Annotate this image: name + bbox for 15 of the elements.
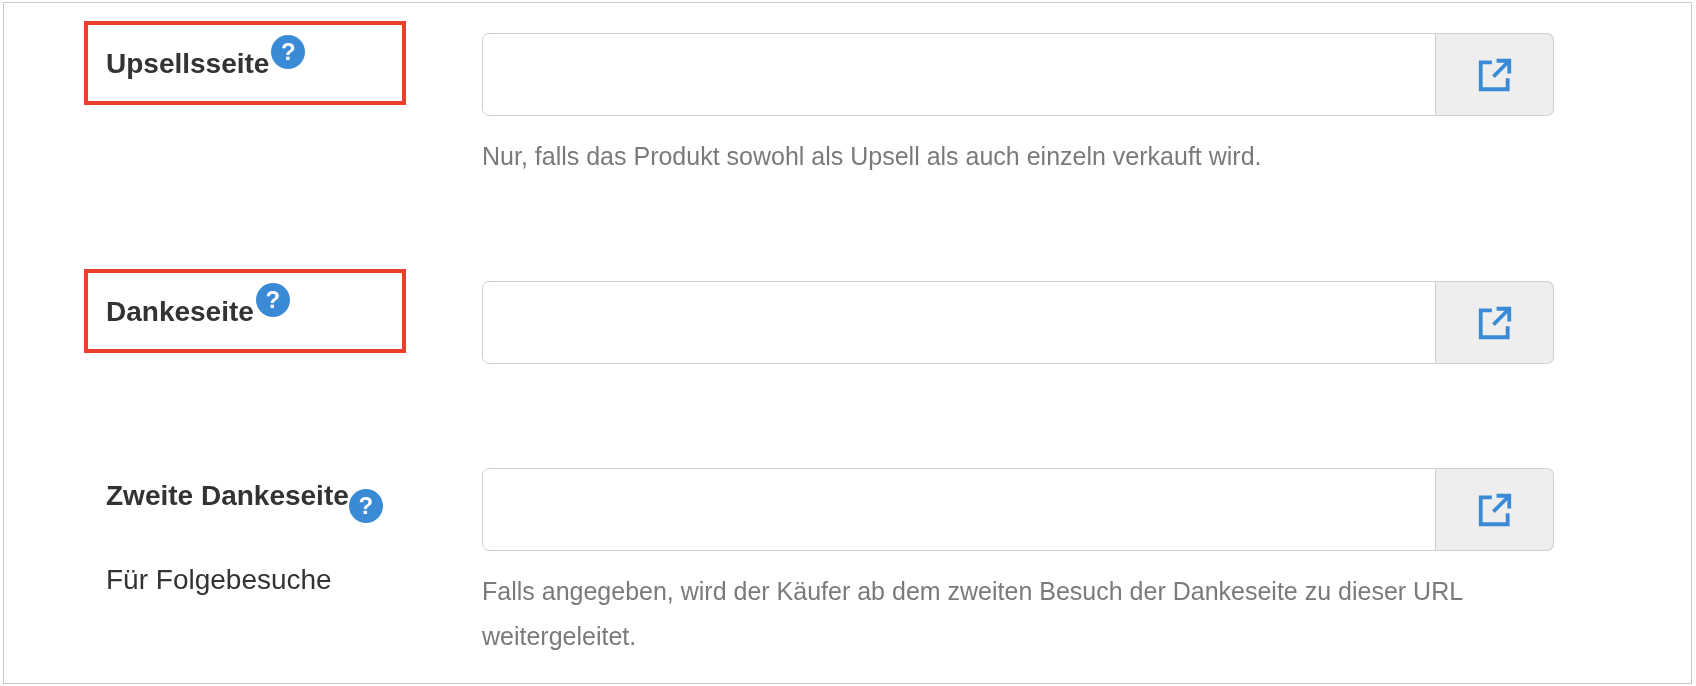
open-link-button[interactable] xyxy=(1436,33,1554,116)
help-icon[interactable]: ? xyxy=(255,283,290,317)
url-field[interactable] xyxy=(482,468,1436,551)
url-field[interactable] xyxy=(482,281,1436,364)
hint-text: Nur, falls das Produkt sowohl als Upsell als auch einzeln verkauft wird. xyxy=(482,141,1263,172)
field-label: Zweite Dankeseite xyxy=(106,480,349,511)
field-sublabel: Für Folgebesuche xyxy=(106,563,333,597)
open-link-button[interactable] xyxy=(1436,281,1554,364)
field-label: Upsellsseite xyxy=(106,48,270,79)
hint-text: Falls angegeben, wird der Käufer ab dem zweiten Besuch der Dankeseite zu dieser URL weitergeleitet. xyxy=(482,576,1464,652)
help-icon[interactable]: ? xyxy=(348,489,383,523)
open-link-button[interactable] xyxy=(1436,468,1554,551)
url-field[interactable] xyxy=(482,33,1436,116)
help-icon[interactable]: ? xyxy=(271,35,306,69)
field-label: Dankeseite xyxy=(106,296,254,327)
